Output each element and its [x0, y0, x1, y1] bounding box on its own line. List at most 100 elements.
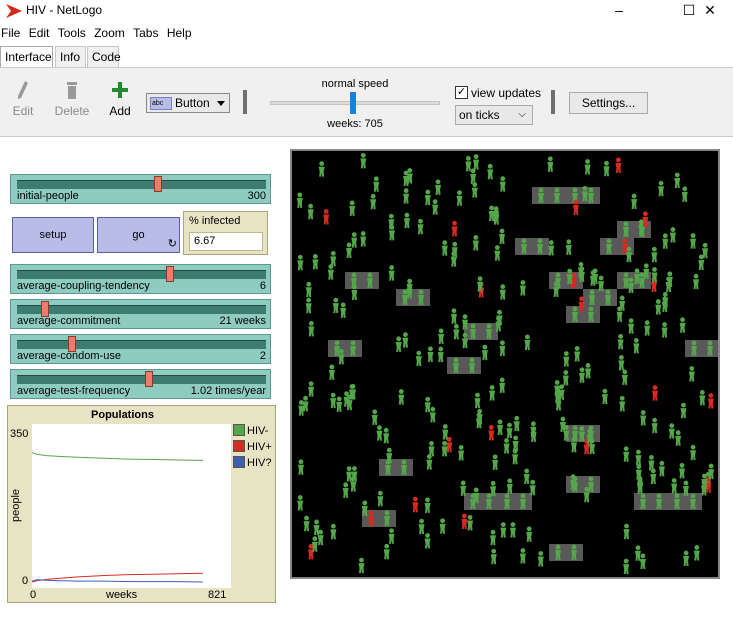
person [427, 346, 434, 362]
chevron-down-icon [217, 101, 225, 106]
person [661, 322, 668, 338]
person [424, 533, 431, 549]
widget-type-dropdown[interactable]: abc Button [146, 93, 230, 113]
close-button[interactable]: ✕ [687, 0, 733, 22]
person [548, 240, 555, 256]
trash-icon [67, 82, 77, 99]
slider-value: 6 [259, 280, 266, 292]
person [327, 264, 334, 280]
tick-counter: weeks: 705 [327, 118, 383, 130]
person [623, 446, 630, 462]
person [332, 297, 339, 314]
legend-label: HIV- [247, 425, 269, 437]
slider-initial-people[interactable]: initial-people 300 [10, 174, 271, 204]
person [342, 482, 349, 498]
person [424, 396, 431, 413]
slider-knob[interactable] [166, 266, 175, 282]
view-updates-checkbox[interactable]: ✓ [455, 86, 468, 99]
person [418, 518, 425, 535]
slider-track[interactable] [17, 270, 266, 279]
slider-track[interactable] [17, 180, 266, 189]
legend-swatch [233, 456, 245, 468]
person [330, 392, 337, 409]
person [586, 429, 593, 445]
person [358, 557, 365, 574]
slider-average-coupling-tendency[interactable]: average-coupling-tendency 6 [10, 264, 271, 294]
person [308, 381, 315, 397]
person [585, 363, 592, 379]
person [490, 529, 497, 546]
person [499, 340, 506, 356]
person [671, 478, 678, 494]
person [346, 242, 353, 259]
couple-patch [447, 357, 481, 374]
slider-track[interactable] [17, 305, 266, 314]
tab-info[interactable]: Info [55, 46, 86, 68]
person [506, 478, 513, 494]
person [388, 224, 395, 241]
person [509, 522, 516, 538]
menu-zoom[interactable]: Zoom [93, 24, 129, 40]
menu-edit[interactable]: Edit [28, 24, 54, 40]
person [537, 551, 544, 567]
tab-interface[interactable]: Interface [0, 46, 53, 69]
person [633, 337, 640, 354]
delete-button[interactable]: Delete [49, 78, 95, 118]
menu-tools[interactable]: Tools [57, 24, 90, 40]
legend-label: HIV? [247, 457, 272, 469]
slider-knob[interactable] [154, 176, 163, 192]
speed-slider-thumb[interactable] [350, 92, 356, 114]
minimize-button[interactable]: – [596, 0, 642, 22]
tab-code[interactable]: Code [87, 46, 121, 68]
person [628, 277, 635, 294]
person [403, 188, 410, 204]
person [658, 460, 665, 477]
person [603, 160, 610, 177]
update-mode-dropdown[interactable]: on ticks ⌵ [455, 105, 533, 125]
person [403, 212, 410, 229]
person [424, 189, 431, 206]
person [578, 367, 585, 383]
setup-button[interactable]: setup [12, 217, 94, 253]
person [308, 320, 315, 337]
person [499, 377, 506, 393]
widget-type-value: Button [175, 96, 210, 110]
person [313, 519, 320, 535]
edit-button[interactable]: Edit [0, 78, 46, 118]
menu-tabs[interactable]: Tabs [132, 24, 162, 40]
person [655, 299, 662, 315]
slider-label: average-test-frequency [17, 385, 131, 397]
slider-knob[interactable] [144, 371, 153, 387]
slider-average-condom-use[interactable]: average-condom-use 2 [10, 334, 271, 364]
person [340, 302, 347, 318]
settings-button[interactable]: Settings... [569, 92, 648, 114]
edit-button-label: Edit [12, 104, 34, 118]
person [429, 406, 436, 423]
person [383, 543, 390, 560]
person [453, 324, 460, 340]
slider-track[interactable] [17, 375, 266, 384]
slider-track[interactable] [17, 340, 266, 349]
person [668, 423, 675, 439]
couple-patch [464, 493, 498, 510]
menu-file[interactable]: File [0, 24, 24, 40]
person [370, 193, 377, 210]
check-icon: ✓ [456, 86, 467, 98]
person [512, 448, 519, 465]
person [490, 548, 497, 565]
world-view[interactable] [290, 149, 720, 579]
title-bar: HIV - NetLogo – ☐ ✕ [0, 0, 733, 22]
plot-x-min: 0 [30, 589, 37, 601]
person [494, 245, 501, 261]
person [523, 468, 530, 485]
person [679, 317, 686, 333]
add-button[interactable]: Add [97, 78, 143, 118]
person [634, 545, 641, 561]
go-button[interactable]: go ↻ [97, 217, 180, 253]
person [499, 228, 506, 245]
person [598, 275, 605, 292]
menu-help[interactable]: Help [166, 24, 196, 40]
couple-patch [532, 187, 566, 204]
slider-average-commitment[interactable]: average-commitment 21 weeks [10, 299, 271, 329]
slider-average-test-frequency[interactable]: average-test-frequency 1.02 times/year [10, 369, 271, 399]
